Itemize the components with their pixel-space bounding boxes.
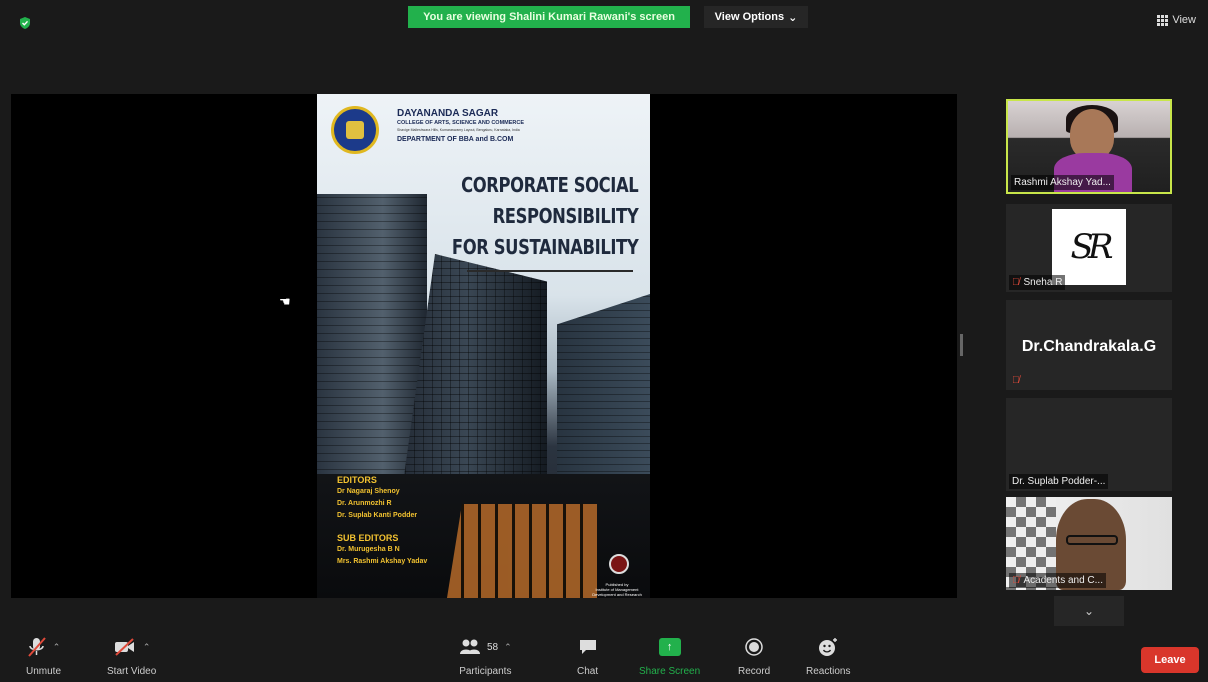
view-options-button[interactable]: View Options ⌄ [704, 6, 808, 28]
participants-icon [460, 639, 480, 654]
chevron-down-icon: ⌄ [1083, 604, 1095, 618]
editor-name: Dr Nagaraj Shenoy [337, 488, 400, 495]
title-underline [467, 270, 633, 272]
share-screen-button[interactable]: ↑ Share Screen [639, 634, 700, 677]
participant-name: Dr. Suplab Podder-... [1009, 474, 1109, 489]
publisher-credit: Published by Institute of Management Dev… [587, 582, 647, 597]
sub-editor-name: Dr. Murugesha B N [337, 546, 400, 553]
view-label: View [1172, 14, 1196, 26]
college-name: DAYANANDA SAGAR [397, 108, 499, 119]
participant-tile[interactable]: 🎙̸ Acadents and C... [1006, 497, 1172, 590]
chevron-up-icon[interactable]: ⌃ [53, 642, 61, 653]
title-line: RESPONSIBILITY [492, 204, 638, 228]
participant-name-text: Rashmi Akshay Yad... [1014, 177, 1111, 188]
editors-block: EDITORS Dr Nagaraj Shenoy Dr. Arunmozhi … [337, 474, 427, 568]
participant-name: 🎙̸ [1009, 373, 1023, 388]
chat-icon [579, 640, 596, 654]
hand-cursor-icon: ☚ [279, 294, 291, 309]
start-video-label: Start Video [107, 666, 157, 677]
participant-name-text: Sneha R [1023, 277, 1063, 288]
participant-count: 58 [487, 641, 499, 653]
unmute-button[interactable]: ⌃ Unmute [26, 634, 61, 677]
book-title: CORPORATE SOCIAL RESPONSIBILITY FOR SUST… [451, 170, 639, 263]
participant-name: Rashmi Akshay Yad... [1011, 175, 1114, 190]
video-off-icon [114, 638, 134, 656]
publisher-name: Institute of Management Development and … [592, 587, 642, 597]
participant-tile[interactable]: Rashmi Akshay Yad... [1006, 99, 1172, 194]
scroll-down-button[interactable]: ⌄ [1054, 596, 1124, 626]
record-icon [745, 638, 763, 656]
participants-label: Participants [459, 666, 512, 677]
chat-label: Chat [577, 666, 599, 677]
participant-tile[interactable]: Dr. Suplab Podder-... [1006, 398, 1172, 491]
shared-document-poster: DAYANANDA SAGAR COLLEGE OF ARTS, SCIENCE… [317, 94, 650, 598]
share-screen-icon: ↑ [658, 638, 681, 656]
participant-glasses [1066, 535, 1118, 545]
participant-name: 🎙̸ Sneha R [1009, 275, 1066, 290]
share-screen-label: Share Screen [639, 666, 701, 677]
record-button[interactable]: Record [738, 634, 770, 677]
editor-name: Dr. Suplab Kanti Podder [337, 512, 418, 519]
chevron-down-icon: ⌄ [788, 11, 798, 24]
meeting-toolbar: ⌃ Unmute ⌃ Start Video 58 ⌃ Participants [0, 630, 1208, 682]
chat-button[interactable]: Chat [577, 634, 598, 677]
mic-muted-icon: 🎙̸ [1012, 277, 1020, 288]
participant-tile[interactable]: SR 🎙̸ Sneha R [1006, 204, 1172, 292]
leave-button[interactable]: Leave [1141, 647, 1199, 673]
top-bar: You are viewing Shalini Kumari Rawani's … [0, 0, 1208, 40]
college-subtitle: COLLEGE OF ARTS, SCIENCE AND COMMERCE [397, 120, 525, 126]
view-button[interactable]: View [1157, 14, 1196, 26]
record-label: Record [738, 666, 771, 677]
panel-resize-handle[interactable] [960, 334, 963, 356]
reactions-button[interactable]: Reactions [806, 634, 850, 677]
reactions-label: Reactions [806, 666, 851, 677]
college-header: DAYANANDA SAGAR COLLEGE OF ARTS, SCIENCE… [325, 100, 642, 158]
title-line: FOR SUSTAINABILITY [451, 235, 639, 259]
mic-muted-icon: 🎙̸ [1012, 375, 1020, 386]
shield-icon[interactable] [18, 16, 32, 30]
title-line: CORPORATE SOCIAL [460, 173, 639, 197]
start-video-button[interactable]: ⌃ Start Video [107, 634, 156, 677]
chevron-up-icon[interactable]: ⌃ [143, 642, 151, 653]
department-name: DEPARTMENT OF BBA and B.COM [397, 136, 514, 143]
participant-tile[interactable]: Dr.Chandrakala.G 🎙̸ [1006, 300, 1172, 390]
editors-heading: EDITORS [337, 475, 377, 485]
participant-face [1070, 109, 1114, 159]
sub-editor-name: Mrs. Rashmi Akshay Yadav [337, 558, 428, 565]
college-seal-logo [331, 106, 379, 154]
building-lights [447, 504, 597, 598]
sub-editors-heading: SUB EDITORS [337, 533, 399, 543]
participant-name-text: Dr. Suplab Podder-... [1012, 476, 1106, 487]
grid-icon [1157, 14, 1169, 26]
publisher-logo [609, 554, 629, 574]
participant-display-name: Dr.Chandrakala.G [1021, 338, 1157, 355]
unmute-label: Unmute [26, 666, 62, 677]
mic-muted-icon: 🎙̸ [1012, 575, 1020, 586]
reactions-icon [819, 638, 838, 656]
participant-avatar-logo: SR [1052, 209, 1126, 285]
view-options-label: View Options [714, 11, 785, 23]
participants-button[interactable]: 58 ⌃ Participants [459, 634, 512, 677]
editor-name: Dr. Arunmozhi R [337, 500, 392, 507]
college-address: Shavige Malleshwara Hills, Kumaraswamy L… [397, 128, 520, 132]
chevron-up-icon[interactable]: ⌃ [504, 642, 512, 653]
mic-muted-icon [27, 637, 46, 657]
participant-name-text: Acadents and C... [1023, 575, 1104, 586]
screen-share-banner: You are viewing Shalini Kumari Rawani's … [408, 6, 690, 28]
participant-name: 🎙̸ Acadents and C... [1009, 573, 1106, 588]
